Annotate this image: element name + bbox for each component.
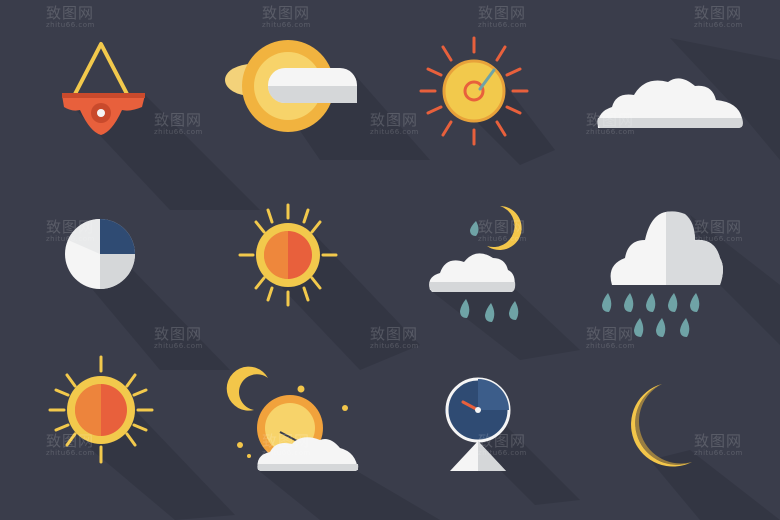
weather-icons-canvas bbox=[0, 0, 780, 520]
